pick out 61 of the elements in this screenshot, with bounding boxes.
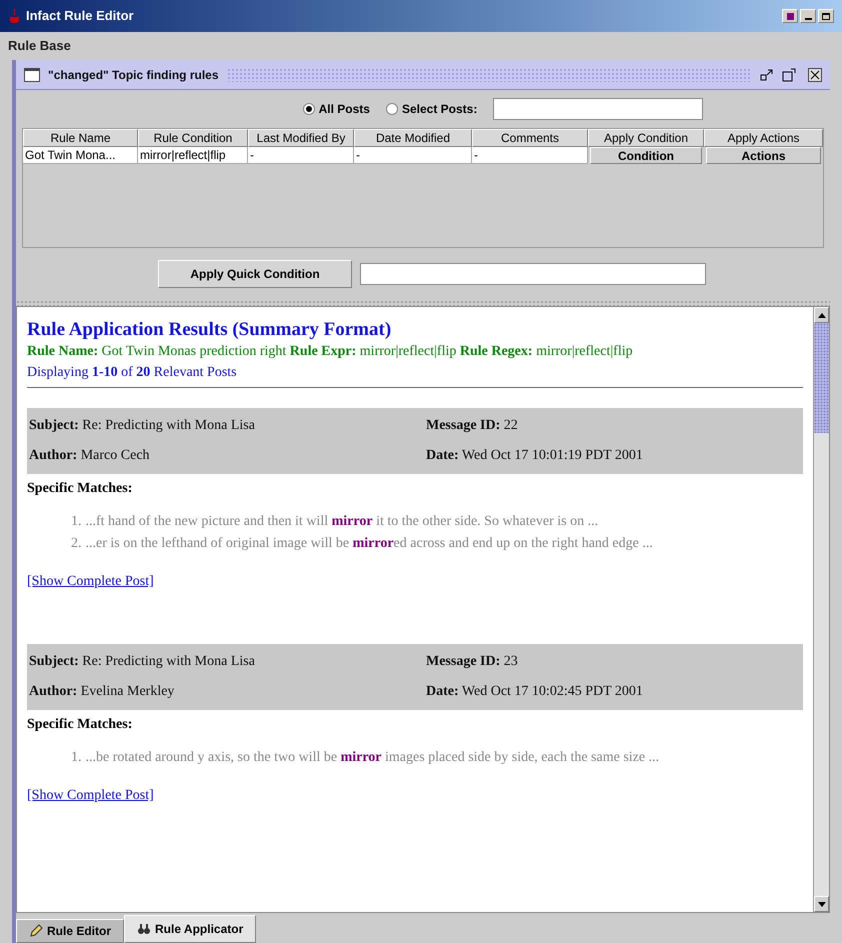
- column-header[interactable]: Apply Actions: [704, 129, 823, 147]
- results-count: Displaying 1-10 of 20 Relevant Posts: [27, 364, 238, 382]
- menu-item[interactable]: Rule Base: [8, 36, 71, 56]
- show-post-link[interactable]: [Show Complete Post]: [27, 571, 154, 592]
- scroll-down-icon[interactable]: [818, 902, 826, 906]
- post-id: Message ID: 23: [426, 653, 519, 671]
- radio-icon: [302, 103, 315, 115]
- matches-label: Specific Matches:: [27, 480, 134, 498]
- column-header[interactable]: Date Modified: [354, 129, 472, 147]
- radio-icon: [386, 103, 398, 115]
- apply-quick-condition-button[interactable]: Apply Quick Condition: [158, 260, 352, 288]
- post-author: Author: Marco Cech: [29, 447, 151, 465]
- match-number: 1.: [71, 513, 82, 531]
- scrollbar[interactable]: [813, 307, 829, 912]
- restore-icon[interactable]: [782, 68, 796, 82]
- pencil-icon: [29, 924, 43, 938]
- scroll-thumb[interactable]: [814, 323, 829, 433]
- show-post-link[interactable]: [Show Complete Post]: [27, 785, 154, 806]
- table-button[interactable]: Actions: [706, 147, 821, 164]
- table-button[interactable]: Condition: [590, 147, 702, 164]
- frame-title: "changed" Topic finding rules: [48, 66, 218, 84]
- match-snippet: ...ft hand of the new picture and then it will mirror it to the other side. So whatever is on ...: [86, 513, 598, 531]
- column-header[interactable]: Rule Condition: [138, 129, 248, 147]
- column-header[interactable]: Last Modified By: [248, 129, 354, 147]
- tab[interactable]: Rule Applicator: [124, 915, 256, 943]
- column-header[interactable]: Apply Condition: [588, 129, 704, 147]
- match-snippet: ...er is on the lefthand of original image will be mirrored across and end up on the right hand edge ...: [86, 535, 653, 553]
- frame-icon: [24, 68, 40, 82]
- table-cell: -: [354, 147, 472, 164]
- close-icon[interactable]: [808, 68, 822, 82]
- post-author: Author: Evelina Merkley: [29, 683, 176, 701]
- window-menu-icon[interactable]: [782, 9, 798, 23]
- table-cell: mirror|reflect|flip: [138, 147, 248, 164]
- undock-icon[interactable]: [760, 68, 774, 82]
- select-posts-field[interactable]: [493, 98, 704, 120]
- minimize-button[interactable]: [800, 9, 816, 23]
- post-subject: Subject: Re: Predicting with Mona Lisa: [29, 653, 256, 671]
- table-cell: -: [248, 147, 354, 164]
- post-date: Date: Wed Oct 17 10:01:19 PDT 2001: [426, 447, 644, 465]
- scroll-up-icon[interactable]: [818, 312, 826, 318]
- java-cup-icon: [8, 8, 22, 24]
- tab[interactable]: Rule Editor: [16, 919, 124, 943]
- post-subject: Subject: Re: Predicting with Mona Lisa: [29, 417, 256, 435]
- binoculars-icon: [137, 922, 152, 936]
- match-number: 2.: [71, 535, 82, 553]
- column-header[interactable]: Comments: [472, 129, 588, 147]
- radio-option[interactable]: Select Posts:: [386, 100, 478, 118]
- post-id: Message ID: 22: [426, 417, 519, 435]
- table-cell: Got Twin Mona...: [23, 147, 138, 164]
- table-cell: -: [472, 147, 588, 164]
- quick-condition-field[interactable]: [360, 263, 706, 285]
- results-title: Rule Application Results (Summary Format): [27, 319, 392, 341]
- maximize-button[interactable]: [818, 9, 834, 23]
- matches-label: Specific Matches:: [27, 716, 134, 734]
- radio-option[interactable]: All Posts: [302, 100, 370, 118]
- post-date: Date: Wed Oct 17 10:02:45 PDT 2001: [426, 683, 644, 701]
- column-header[interactable]: Rule Name: [23, 129, 138, 147]
- window-title: Infact Rule Editor: [26, 7, 134, 26]
- rule-info: Rule Name: Got Twin Monas prediction right Rule Expr: mirror|reflect|flip Rule Regex: mirror|reflect|flip: [27, 343, 634, 361]
- match-number: 1.: [71, 749, 82, 767]
- match-snippet: ...be rotated around y axis, so the two will be mirror images placed side by side, each the same size ...: [86, 749, 660, 767]
